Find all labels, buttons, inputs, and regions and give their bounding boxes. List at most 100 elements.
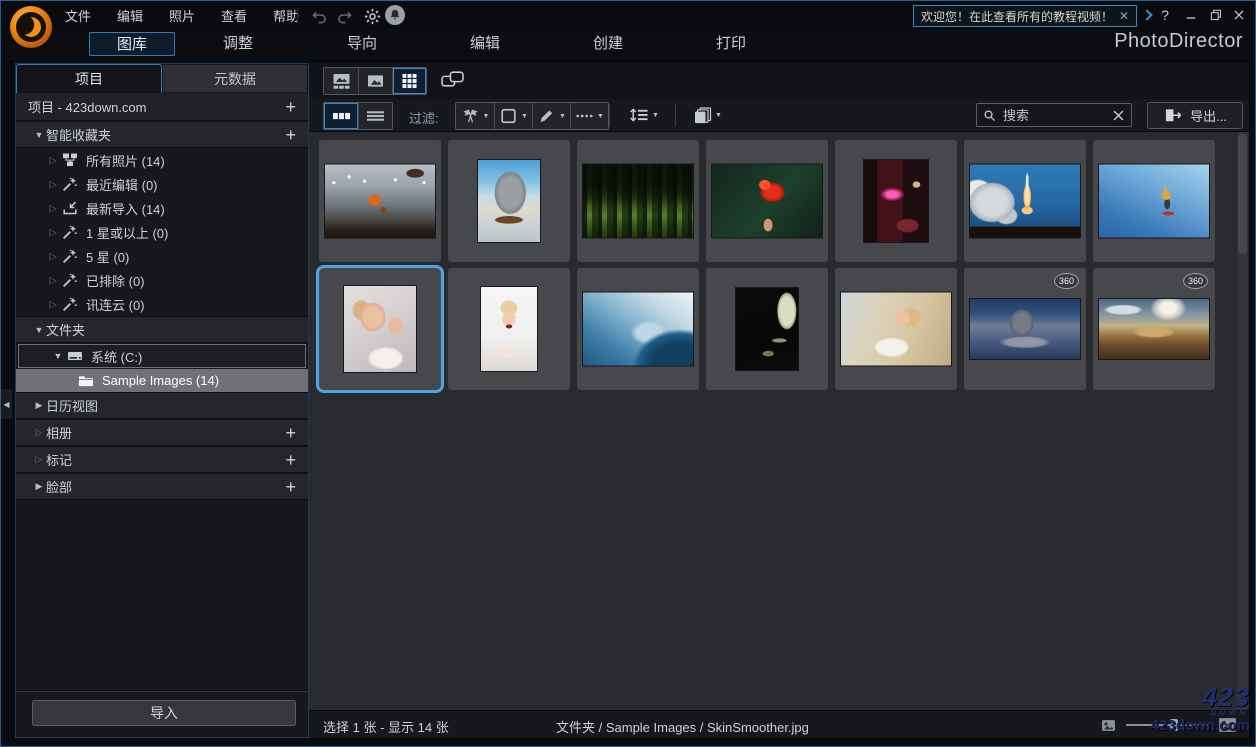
stack-menu-button[interactable]: ▼ xyxy=(687,102,729,128)
expander-icon[interactable]: ▷ xyxy=(46,227,60,238)
add-tags-button[interactable]: + xyxy=(285,451,296,469)
menu-view[interactable]: 查看 xyxy=(221,6,247,25)
photo-card-smiling-woman[interactable] xyxy=(319,268,441,390)
photo-card-karst-boat[interactable] xyxy=(448,140,570,262)
tooltip-pointer-icon xyxy=(1141,9,1153,21)
expander-icon[interactable]: ▷ xyxy=(46,155,60,166)
label-filter-button[interactable]: ▼ xyxy=(494,103,532,129)
export-icon xyxy=(1163,108,1183,123)
menu-file[interactable]: 文件 xyxy=(65,6,91,25)
tab-library[interactable]: 图库 xyxy=(89,32,175,56)
sidebar-item-latest-imports[interactable]: ▷ 最新导入 (14) xyxy=(16,196,308,220)
photo-card-laughing-woman[interactable] xyxy=(448,268,570,390)
photo-card-neon-sign[interactable] xyxy=(835,140,957,262)
wand-icon xyxy=(60,296,80,312)
thumbnail-small-icon[interactable] xyxy=(1101,719,1116,732)
tooltip-close-icon[interactable]: ✕ xyxy=(1119,9,1129,23)
redo-icon[interactable] xyxy=(334,6,354,26)
browser-view-button[interactable] xyxy=(324,68,358,94)
sidebar-item-all-photos[interactable]: ▷ 所有照片 (14) xyxy=(16,148,308,172)
photo-card-maple-leaf[interactable] xyxy=(706,140,828,262)
photo-card-ocean-wave[interactable] xyxy=(577,268,699,390)
scrollbar-thumb[interactable] xyxy=(1238,134,1247,254)
smart-collection-header[interactable]: ▼ 智能收藏夹 + xyxy=(16,121,308,148)
folders-section-header[interactable]: ▼ 文件夹 xyxy=(16,316,308,343)
compare-view-icon[interactable] xyxy=(441,70,464,88)
sidebar-item-sample-images[interactable]: ▷ Sample Images (14) xyxy=(16,369,308,392)
photo-card-window-light[interactable] xyxy=(706,268,828,390)
expander-icon[interactable]: ▷ xyxy=(32,427,46,438)
thumbnail-large-icon[interactable] xyxy=(1218,717,1237,733)
sort-menu-button[interactable]: ▼ xyxy=(621,102,667,128)
expander-icon[interactable]: ▷ xyxy=(46,299,60,310)
list-layout-button[interactable] xyxy=(358,103,392,129)
expander-icon[interactable]: ▷ xyxy=(32,454,46,465)
expander-icon[interactable]: ▶ xyxy=(32,481,46,492)
collapse-arrow-icon[interactable]: ▼ xyxy=(51,351,65,361)
sidebar-item-cyberlink-cloud[interactable]: ▷ 讯连云 (0) xyxy=(16,292,308,316)
flag-filter-button[interactable]: ▼ xyxy=(456,103,494,129)
sidebar-collapse-icon[interactable]: ◀ xyxy=(1,389,12,419)
sidebar-item-system-drive[interactable]: ▼ 系统 (C:) xyxy=(18,344,306,368)
sidebar-tab-project[interactable]: 项目 xyxy=(16,64,162,93)
expander-icon[interactable]: ▷ xyxy=(62,375,76,386)
photo-card-skateboarder[interactable] xyxy=(1093,140,1215,262)
tab-print[interactable]: 打印 xyxy=(691,32,771,56)
sidebar-item-recently-edited[interactable]: ▷ 最近编辑 (0) xyxy=(16,172,308,196)
edited-filter-button[interactable]: ▼ xyxy=(532,103,570,129)
add-albums-button[interactable]: + xyxy=(285,424,296,442)
collapse-arrow-icon[interactable]: ▼ xyxy=(32,130,46,140)
collapse-arrow-icon[interactable]: ▼ xyxy=(32,325,46,335)
expander-icon[interactable]: ▷ xyxy=(46,179,60,190)
project-header-row[interactable]: 项目 - 423down.com + xyxy=(16,93,308,121)
export-button[interactable]: 导出... xyxy=(1147,102,1243,129)
expander-icon[interactable]: ▷ xyxy=(46,275,60,286)
thumbnail-size-slider[interactable] xyxy=(1126,719,1208,731)
menu-edit[interactable]: 编辑 xyxy=(117,6,143,25)
vertical-scrollbar[interactable] xyxy=(1237,132,1248,710)
tab-edit[interactable]: 编辑 xyxy=(445,32,525,56)
photo-card-panorama-rocks[interactable]: 360 xyxy=(964,268,1086,390)
add-smart-collection-button[interactable]: + xyxy=(285,126,296,144)
photo-card-rocket-launch[interactable] xyxy=(964,140,1086,262)
viewer-view-button[interactable] xyxy=(358,68,392,94)
expander-icon[interactable]: ▷ xyxy=(46,203,60,214)
add-faces-button[interactable]: + xyxy=(285,478,296,496)
search-input[interactable] xyxy=(1001,106,1107,124)
import-button[interactable]: 导入 xyxy=(32,700,296,726)
notifications-bell-icon[interactable] xyxy=(385,5,405,25)
restore-button[interactable] xyxy=(1206,6,1226,24)
sidebar-item-five-star[interactable]: ▷ 5 星 (0) xyxy=(16,244,308,268)
sidebar-item-rejected[interactable]: ▷ 已排除 (0) xyxy=(16,268,308,292)
undo-icon[interactable] xyxy=(309,6,329,26)
slider-handle[interactable] xyxy=(1170,719,1178,731)
more-filter-button[interactable]: ▼ xyxy=(570,103,608,129)
help-button[interactable]: ? xyxy=(1155,6,1175,24)
sidebar-tab-metadata[interactable]: 元数据 xyxy=(162,64,308,93)
photo-card-forest-light[interactable] xyxy=(577,140,699,262)
sidebar-section-calendar-view[interactable]: ▶ 日历视图 xyxy=(16,392,308,419)
sidebar-section-faces[interactable]: ▶ 脸部 + xyxy=(16,473,308,500)
photo-card-woman-on-beach[interactable] xyxy=(835,268,957,390)
expander-icon[interactable]: ▶ xyxy=(32,400,46,411)
close-button[interactable] xyxy=(1229,6,1249,24)
tab-create[interactable]: 创建 xyxy=(568,32,648,56)
sidebar-item-one-star-or-more[interactable]: ▷ 1 星或以上 (0) xyxy=(16,220,308,244)
wand-icon xyxy=(60,272,80,288)
thumbnail-layout-button[interactable] xyxy=(324,103,358,129)
menu-photo[interactable]: 照片 xyxy=(169,6,195,25)
sidebar-section-tags[interactable]: ▷ 标记 + xyxy=(16,446,308,473)
minimize-button[interactable] xyxy=(1181,6,1201,24)
photo-card-basketball-dunk[interactable] xyxy=(319,140,441,262)
sidebar-item-label: 已排除 (0) xyxy=(86,273,145,289)
tab-adjust[interactable]: 调整 xyxy=(198,32,278,56)
expander-icon[interactable]: ▷ xyxy=(46,251,60,262)
add-project-button[interactable]: + xyxy=(285,98,296,116)
menu-help[interactable]: 帮助 xyxy=(273,6,299,25)
photo-card-panorama-desert[interactable]: 360 xyxy=(1093,268,1215,390)
sidebar-section-albums[interactable]: ▷ 相册 + xyxy=(16,419,308,446)
clear-search-icon[interactable] xyxy=(1112,109,1125,122)
settings-gear-icon[interactable] xyxy=(362,6,382,26)
grid-view-button[interactable] xyxy=(392,68,426,94)
tab-guided[interactable]: 导向 xyxy=(322,32,402,56)
